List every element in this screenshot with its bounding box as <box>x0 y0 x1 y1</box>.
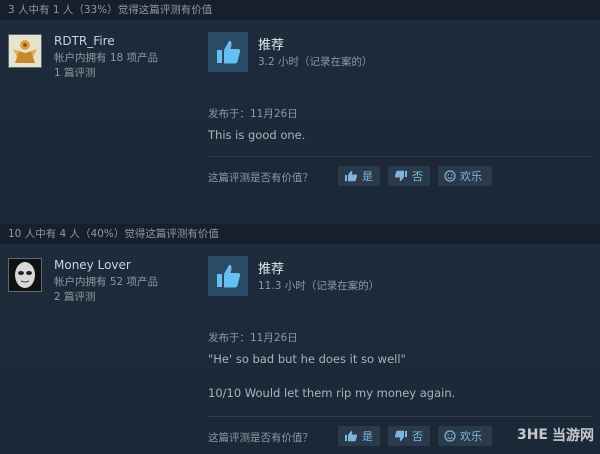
vote-no-button[interactable]: 否 <box>388 166 430 186</box>
review-text-line: "He' so bad but he does it so well" <box>208 352 406 366</box>
vote-yes-label: 是 <box>362 430 373 443</box>
review-body: Money Lover 帐户内拥有 52 项产品 2 篇评测 推荐 11.3 小… <box>0 244 600 454</box>
watermark-logo: 3HE <box>516 427 548 443</box>
posted-date: 发布于：11月26日 <box>208 108 298 120</box>
review-card: 10 人中有 4 人（40%）觉得这篇评测有价值 Money Lover 帐户内… <box>0 224 600 454</box>
divider <box>208 156 592 157</box>
vote-no-label: 否 <box>412 430 423 443</box>
smiley-icon <box>444 170 456 182</box>
products-owned[interactable]: 帐户内拥有 52 项产品 <box>54 274 158 289</box>
thumbs-up-icon <box>345 171 358 182</box>
vote-yes-label: 是 <box>362 170 373 183</box>
vote-funny-label: 欢乐 <box>460 170 482 183</box>
vote-yes-button[interactable]: 是 <box>338 166 380 186</box>
smiley-icon <box>444 430 456 442</box>
vote-no-label: 否 <box>412 170 423 183</box>
steam-reviews-page: 3 人中有 1 人（33%）觉得这篇评测有价值 RDTR_Fire 帐户内拥有 … <box>0 0 600 454</box>
vote-yes-button[interactable]: 是 <box>338 426 380 446</box>
thumbs-up-icon <box>208 32 248 72</box>
vote-no-button[interactable]: 否 <box>388 426 430 446</box>
masked-face-avatar-icon <box>9 259 41 291</box>
vote-question: 这篇评测是否有价值？ <box>208 172 313 184</box>
author-name[interactable]: RDTR_Fire <box>54 34 115 48</box>
watermark-text: 当游网 <box>552 428 594 444</box>
review-card: 3 人中有 1 人（33%）觉得这篇评测有价值 RDTR_Fire 帐户内拥有 … <box>0 0 600 196</box>
posted-date: 发布于：11月26日 <box>208 332 298 344</box>
avatar[interactable] <box>8 34 42 68</box>
divider <box>208 416 592 417</box>
thumbs-down-icon <box>394 430 407 441</box>
golden-figure-avatar-icon <box>9 35 41 67</box>
products-owned[interactable]: 帐户内拥有 18 项产品 <box>54 50 158 65</box>
vote-question: 这篇评测是否有价值？ <box>208 432 313 444</box>
author-name[interactable]: Money Lover <box>54 258 131 272</box>
review-separator <box>0 196 600 224</box>
recommendation-label: 推荐 <box>258 262 285 277</box>
thumbs-down-icon <box>394 170 407 181</box>
hours-played: 11.3 小时（记录在案的） <box>258 280 380 292</box>
vote-row: 这篇评测是否有价值？ 是 否 欢乐 <box>208 166 592 188</box>
review-text-line: 10/10 Would let them rip my money again. <box>208 386 456 400</box>
site-watermark: 3HE 当游网 <box>517 422 594 448</box>
vote-funny-button[interactable]: 欢乐 <box>438 166 492 186</box>
helpful-summary: 3 人中有 1 人（33%）觉得这篇评测有价值 <box>0 0 600 20</box>
hours-played: 3.2 小时（记录在案的） <box>258 56 373 68</box>
thumbs-up-icon <box>345 431 358 442</box>
review-body: RDTR_Fire 帐户内拥有 18 项产品 1 篇评测 推荐 3.2 小时（记… <box>0 20 600 196</box>
vote-funny-button[interactable]: 欢乐 <box>438 426 492 446</box>
thumbs-up-icon <box>208 256 248 296</box>
helpful-summary: 10 人中有 4 人（40%）觉得这篇评测有价值 <box>0 224 600 244</box>
vote-funny-label: 欢乐 <box>460 430 482 443</box>
recommendation-label: 推荐 <box>258 38 285 53</box>
reviews-count[interactable]: 1 篇评测 <box>54 65 96 80</box>
review-text-line: This is good one. <box>208 128 306 142</box>
reviews-count[interactable]: 2 篇评测 <box>54 289 96 304</box>
avatar[interactable] <box>8 258 42 292</box>
